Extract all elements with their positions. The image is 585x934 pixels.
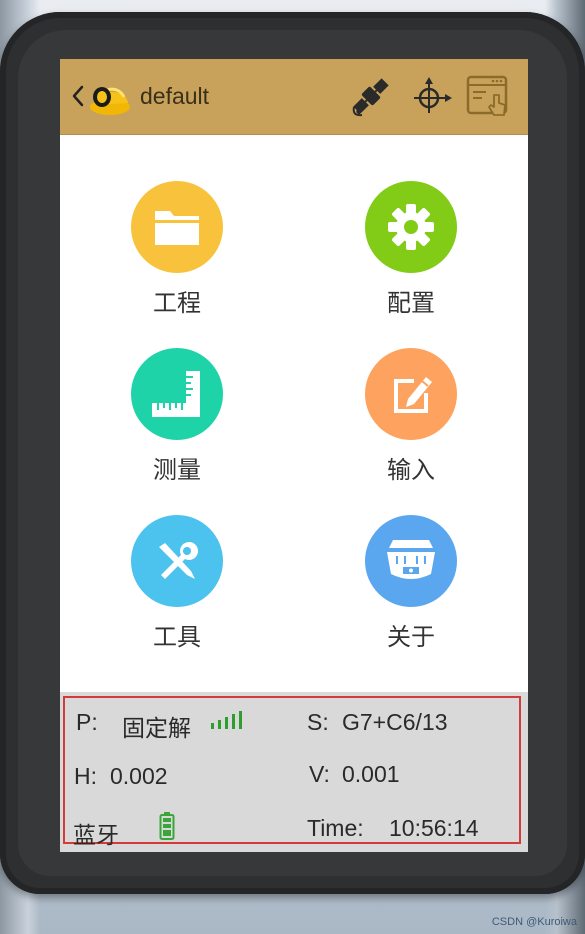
receiver-icon (387, 540, 435, 579)
h-precision-value: 0.002 (110, 763, 168, 789)
menu-label-tools: 工具 (153, 623, 201, 651)
menu-item-config[interactable]: 配置 (331, 181, 491, 331)
hardhat-logo-icon (90, 87, 130, 115)
v-precision-value: 0.001 (342, 761, 400, 787)
menu-label-about: 关于 (387, 623, 435, 651)
ruler-icon (152, 371, 200, 417)
position-status-value: 固定解 (122, 715, 191, 741)
position-label: P: (76, 709, 98, 735)
app-screen: default 工程 配置 测量 输入 工具 关于 P: 固定解 S: G7+C… (60, 59, 528, 852)
time-value: 10:56:14 (389, 815, 479, 841)
menu-label-config: 配置 (387, 289, 435, 317)
folder-icon (155, 211, 199, 245)
crosshair-locate-icon[interactable] (408, 73, 454, 119)
menu-item-about[interactable]: 关于 (331, 515, 491, 665)
h-precision-label: H: (74, 763, 97, 789)
top-bar: default (60, 59, 528, 135)
satellite-icon[interactable] (348, 73, 394, 119)
tools-icon (159, 541, 199, 579)
menu-icon-circle (365, 515, 457, 607)
menu-item-input[interactable]: 输入 (331, 348, 491, 498)
project-name: default (140, 83, 210, 109)
menu-icon-circle (131, 515, 223, 607)
menu-label-input: 输入 (387, 456, 435, 484)
battery-icon (159, 812, 175, 840)
satellite-label: S: (307, 709, 329, 735)
main-menu-grid: 工程 配置 测量 输入 工具 关于 (60, 135, 528, 691)
menu-icon-circle (131, 348, 223, 440)
signal-strength-icon (211, 711, 242, 729)
edit-icon (394, 377, 432, 413)
menu-item-project[interactable]: 工程 (97, 181, 257, 331)
bluetooth-label: 蓝牙 (73, 822, 119, 848)
menu-label-project: 工程 (153, 289, 201, 317)
gear-icon (388, 204, 434, 250)
v-precision-label: V: (309, 761, 330, 787)
menu-label-measure: 测量 (153, 456, 201, 484)
menu-icon-circle (365, 181, 457, 273)
back-arrow-icon[interactable] (70, 81, 86, 111)
satellite-count-value: G7+C6/13 (342, 709, 448, 735)
menu-icon-circle (365, 348, 457, 440)
menu-icon-circle (131, 181, 223, 273)
time-label: Time: (307, 815, 364, 841)
menu-item-tools[interactable]: 工具 (97, 515, 257, 665)
window-tap-icon[interactable] (464, 73, 510, 119)
menu-item-measure[interactable]: 测量 (97, 348, 257, 498)
watermark: CSDN @Kuroiwa (491, 916, 577, 928)
status-panel: P: 固定解 S: G7+C6/13 H: 0.002 V: 0.001 蓝牙 … (60, 692, 528, 852)
